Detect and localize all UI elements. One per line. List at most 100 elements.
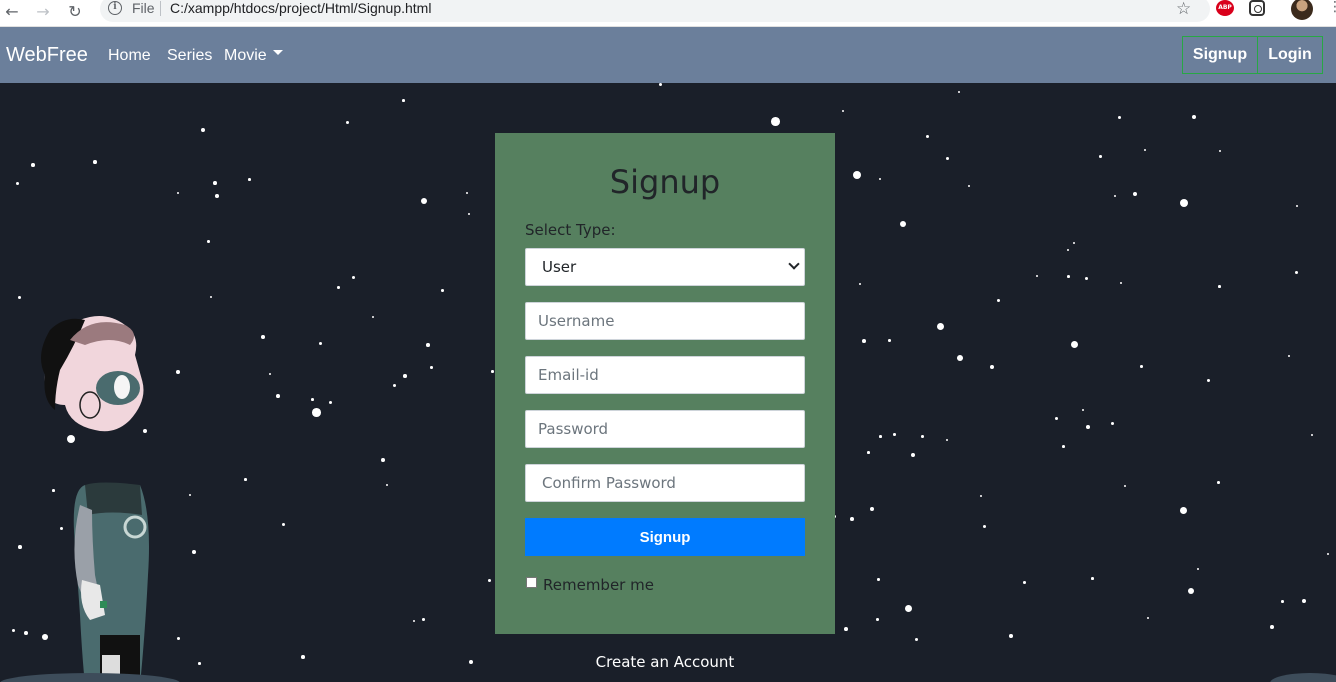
space-background: Signup Select Type: User Signup Remember… xyxy=(0,83,1336,682)
star-dot xyxy=(430,366,433,369)
star-dot xyxy=(997,299,1001,303)
star-dot xyxy=(958,91,961,94)
url-text[interactable]: C:/xampp/htdocs/project/Html/Signup.html xyxy=(170,0,431,16)
star-dot xyxy=(207,240,210,243)
login-nav-button[interactable]: Login xyxy=(1257,36,1323,74)
star-dot xyxy=(261,335,265,339)
email-input[interactable] xyxy=(525,356,805,394)
star-dot xyxy=(1133,192,1137,196)
create-account-link[interactable]: Create an Account xyxy=(495,653,835,671)
caret-down-icon xyxy=(272,50,283,56)
star-dot xyxy=(1144,149,1147,152)
star-dot xyxy=(301,655,305,659)
star-dot xyxy=(1197,568,1200,571)
profile-avatar[interactable] xyxy=(1291,0,1313,20)
signup-submit-button[interactable]: Signup xyxy=(525,518,805,556)
star-dot xyxy=(426,343,430,347)
star-dot xyxy=(877,578,880,581)
star-dot xyxy=(1067,249,1070,252)
forward-arrow-icon[interactable]: → xyxy=(33,2,53,22)
star-dot xyxy=(18,545,22,549)
star-dot xyxy=(1009,634,1013,638)
star-dot xyxy=(1270,625,1274,629)
star-dot xyxy=(421,198,428,205)
star-dot xyxy=(870,507,874,511)
star-dot xyxy=(1086,425,1090,429)
star-dot xyxy=(1140,365,1143,368)
remember-me-label[interactable]: Remember me xyxy=(543,576,654,594)
star-dot xyxy=(352,276,356,280)
star-dot xyxy=(946,439,949,442)
star-dot xyxy=(1180,199,1189,208)
star-dot xyxy=(844,627,848,631)
star-dot xyxy=(900,221,907,228)
star-dot xyxy=(346,121,350,125)
star-dot xyxy=(469,660,473,664)
star-dot xyxy=(192,550,196,554)
star-dot xyxy=(879,178,882,181)
star-dot xyxy=(93,160,97,164)
star-dot xyxy=(215,194,219,198)
abp-extension-icon[interactable]: ABP xyxy=(1216,0,1234,16)
star-dot xyxy=(312,408,321,417)
nav-series[interactable]: Series xyxy=(167,47,212,65)
star-dot xyxy=(946,157,950,161)
star-dot xyxy=(12,629,16,633)
star-dot xyxy=(1023,581,1026,584)
star-dot xyxy=(888,339,891,342)
star-dot xyxy=(393,384,397,388)
nav-movie-dropdown[interactable]: Movie xyxy=(224,47,283,65)
star-dot xyxy=(1147,617,1150,620)
remember-me-checkbox[interactable] xyxy=(526,577,537,588)
star-dot xyxy=(1180,507,1187,514)
star-dot xyxy=(16,182,19,185)
star-dot xyxy=(879,435,882,438)
user-type-select[interactable]: User xyxy=(525,248,805,286)
info-icon[interactable]: i xyxy=(108,1,122,15)
star-dot xyxy=(488,579,492,583)
star-dot xyxy=(842,110,845,113)
extension-icon[interactable] xyxy=(1249,0,1265,16)
divider xyxy=(160,1,161,16)
reload-icon[interactable]: ↻ xyxy=(65,2,85,22)
select-value: User xyxy=(542,258,577,276)
star-dot xyxy=(276,394,280,398)
star-dot xyxy=(468,213,471,216)
star-dot xyxy=(1082,409,1085,412)
brand-logo[interactable]: WebFree xyxy=(6,44,88,67)
star-dot xyxy=(859,283,862,286)
signup-nav-button[interactable]: Signup xyxy=(1182,36,1258,74)
star-icon[interactable]: ☆ xyxy=(1176,0,1191,19)
star-dot xyxy=(1111,422,1115,426)
star-dot xyxy=(18,296,22,300)
star-dot xyxy=(24,631,28,635)
username-input[interactable] xyxy=(525,302,805,340)
confirm-password-input[interactable] xyxy=(525,464,805,502)
back-arrow-icon[interactable]: ← xyxy=(2,2,22,22)
browser-toolbar: ← → ↻ i File C:/xampp/htdocs/project/Htm… xyxy=(0,0,1336,27)
form-title: Signup xyxy=(609,163,721,201)
password-input[interactable] xyxy=(525,410,805,448)
star-dot xyxy=(381,458,385,462)
star-dot xyxy=(1288,355,1291,358)
star-dot xyxy=(867,451,870,454)
star-dot xyxy=(491,370,494,373)
star-dot xyxy=(337,286,340,289)
star-dot xyxy=(282,523,286,527)
star-dot xyxy=(1120,282,1123,285)
star-dot xyxy=(213,181,217,185)
star-dot xyxy=(921,435,924,438)
cartoon-character-illustration xyxy=(41,316,149,682)
star-dot xyxy=(1071,341,1079,349)
star-dot xyxy=(1085,277,1089,281)
select-type-label: Select Type: xyxy=(525,221,616,239)
star-dot xyxy=(926,135,930,139)
star-dot xyxy=(1296,205,1299,208)
nav-home[interactable]: Home xyxy=(108,47,151,65)
star-dot xyxy=(441,289,444,292)
star-dot xyxy=(319,342,323,346)
menu-icon[interactable]: ⋮ xyxy=(1328,0,1336,14)
star-dot xyxy=(1311,434,1314,437)
star-dot xyxy=(210,296,213,299)
url-scheme: File xyxy=(132,0,155,16)
